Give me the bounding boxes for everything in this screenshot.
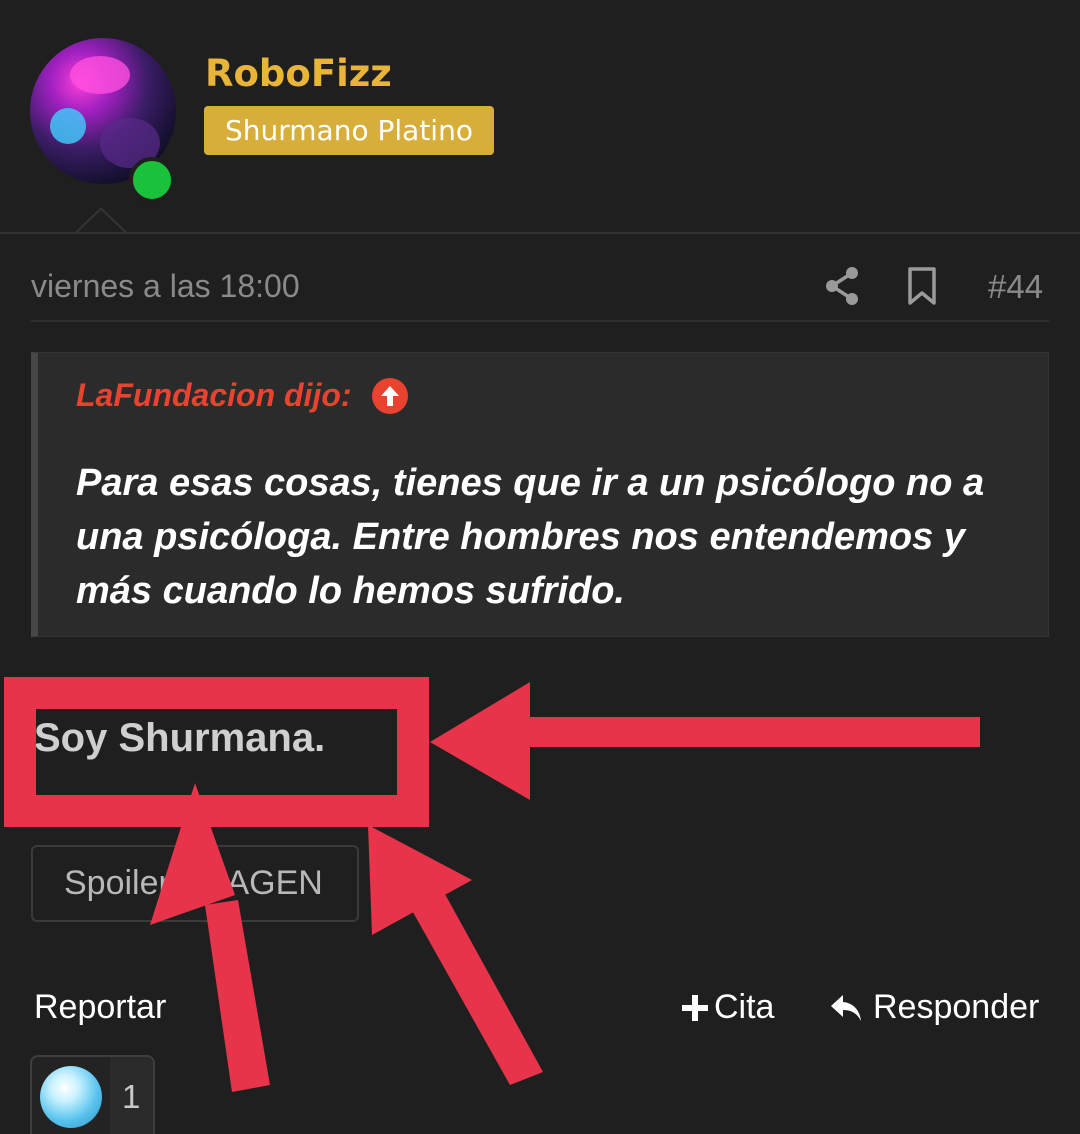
forum-post: RoboFizz Shurmano Platino viernes a las … bbox=[0, 0, 1080, 1134]
username[interactable]: RoboFizz bbox=[205, 52, 392, 95]
annotation-arrow-up-right bbox=[368, 825, 543, 1085]
bookmark-icon[interactable] bbox=[906, 266, 938, 306]
quote-author[interactable]: LaFundacion dijo: bbox=[76, 377, 352, 414]
reply-label: Responder bbox=[873, 988, 1040, 1026]
diamond-icon bbox=[40, 1066, 102, 1128]
annotation-arrow-right bbox=[430, 682, 980, 800]
plus-icon bbox=[682, 994, 708, 1021]
cite-button[interactable]: Cita bbox=[680, 988, 774, 1027]
annotation-arrow-up-left bbox=[150, 783, 270, 1092]
report-link[interactable]: Reportar bbox=[34, 988, 166, 1027]
spoiler-button[interactable]: Spoiler: IMAGEN bbox=[31, 845, 359, 922]
reaction-count: 1 bbox=[122, 1078, 141, 1115]
header-caret bbox=[74, 207, 128, 234]
online-status-dot bbox=[129, 157, 175, 203]
post-date[interactable]: viernes a las 18:00 bbox=[31, 268, 300, 305]
quote-block: LaFundacion dijo: Para esas cosas, tiene… bbox=[31, 352, 1049, 637]
meta-divider bbox=[31, 320, 1049, 322]
quote-text: Para esas cosas, tienes que ir a un psic… bbox=[76, 462, 985, 612]
reply-button[interactable]: Responder bbox=[829, 988, 1039, 1027]
reaction-chip[interactable]: 1 bbox=[30, 1055, 155, 1134]
reply-icon bbox=[831, 994, 861, 1021]
reaction-count-box: 1 bbox=[110, 1057, 153, 1134]
post-body: Soy Shurmana. bbox=[34, 716, 326, 760]
post-number[interactable]: #44 bbox=[988, 268, 1043, 306]
header-divider bbox=[0, 232, 1080, 234]
rank-badge: Shurmano Platino bbox=[204, 106, 494, 155]
arrow-up-icon[interactable] bbox=[372, 378, 408, 414]
share-icon[interactable] bbox=[824, 266, 860, 306]
cite-label: Cita bbox=[714, 988, 775, 1026]
